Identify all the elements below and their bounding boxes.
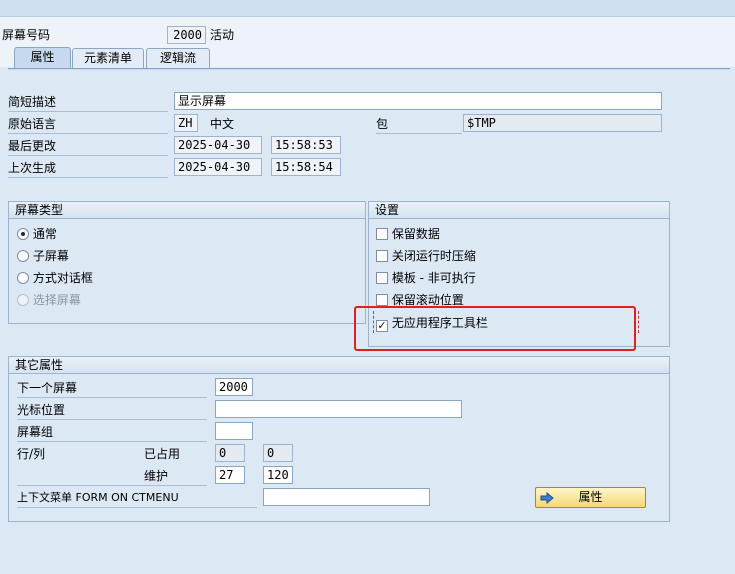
context-menu-label: 上下文菜单 FORM ON CTMENU <box>17 491 179 504</box>
screen-number-field[interactable]: 2000 <box>167 26 206 44</box>
divider <box>8 111 168 112</box>
highlight-box <box>354 306 636 351</box>
radio-modal-dialog[interactable]: 方式对话框 <box>17 270 93 286</box>
tab-underline <box>8 68 730 70</box>
radio-subscreen[interactable]: 子屏幕 <box>17 248 69 264</box>
top-toolbar <box>0 0 735 17</box>
divider <box>8 177 168 178</box>
checkbox-icon[interactable] <box>376 272 388 284</box>
divider <box>8 155 168 156</box>
radio-button-icon[interactable] <box>17 228 29 240</box>
cursor-position-label: 光标位置 <box>17 403 66 417</box>
radio-button-icon <box>17 294 29 306</box>
maintain-row-input[interactable]: 27 <box>215 466 245 484</box>
checkbox-hold-data[interactable]: 保留数据 <box>376 226 440 242</box>
package-label: 包 <box>376 117 389 131</box>
divider <box>17 419 207 420</box>
checkbox-template-non-executable[interactable]: 模板 - 非可执行 <box>376 270 476 286</box>
context-menu-input[interactable] <box>263 488 430 506</box>
screen-number-label: 屏幕号码 <box>2 28 51 42</box>
attributes-button[interactable]: 属性 <box>535 487 646 508</box>
divider <box>8 133 168 134</box>
last-changed-date[interactable]: 2025-04-30 <box>174 136 262 154</box>
checkbox-icon[interactable] <box>376 228 388 240</box>
radio-label: 通常 <box>32 227 57 241</box>
screen-group-label: 屏幕组 <box>17 425 54 439</box>
orig-lang-name: 中文 <box>210 117 235 131</box>
radio-button-icon[interactable] <box>17 250 29 262</box>
attributes-button-label: 属性 <box>578 490 603 504</box>
orig-lang-label: 原始语言 <box>8 117 57 131</box>
last-generated-label: 上次生成 <box>8 161 57 175</box>
occupied-col: 0 <box>263 444 293 462</box>
maintain-col-input[interactable]: 120 <box>263 466 293 484</box>
divider <box>376 133 462 134</box>
checkbox-icon[interactable] <box>376 294 388 306</box>
last-generated-time[interactable]: 15:58:54 <box>271 158 341 176</box>
checkbox-label: 保留滚动位置 <box>391 293 464 307</box>
package-field[interactable]: $TMP <box>463 114 662 132</box>
checkbox-label: 模板 - 非可执行 <box>391 271 476 285</box>
tab-attributes[interactable]: 属性 <box>14 47 71 69</box>
checkbox-switch-off-compression[interactable]: 关闭运行时压缩 <box>376 248 476 264</box>
tab-element-list[interactable]: 元素清单 <box>72 48 144 68</box>
settings-title: 设置 <box>369 202 669 219</box>
orig-lang-code[interactable]: ZH <box>174 114 198 132</box>
radio-label: 选择屏幕 <box>32 293 81 307</box>
checkbox-icon[interactable] <box>376 250 388 262</box>
radio-selection-screen: 选择屏幕 <box>17 292 81 308</box>
radio-label: 子屏幕 <box>32 249 69 263</box>
divider <box>17 441 207 442</box>
arrow-right-icon <box>540 491 554 505</box>
divider <box>17 485 207 486</box>
last-generated-date[interactable]: 2025-04-30 <box>174 158 262 176</box>
cursor-position-input[interactable] <box>215 400 462 418</box>
screen-type-title: 屏幕类型 <box>9 202 365 219</box>
radio-normal[interactable]: 通常 <box>17 226 57 242</box>
last-changed-time[interactable]: 15:58:53 <box>271 136 341 154</box>
occupied-row: 0 <box>215 444 245 462</box>
last-changed-label: 最后更改 <box>8 139 57 153</box>
screen-group-input[interactable] <box>215 422 253 440</box>
other-attributes-title: 其它属性 <box>9 357 669 374</box>
checkbox-label: 保留数据 <box>391 227 440 241</box>
screen-status: 活动 <box>210 28 235 42</box>
radio-label: 方式对话框 <box>32 271 93 285</box>
short-desc-label: 简短描述 <box>8 95 57 109</box>
radio-button-icon[interactable] <box>17 272 29 284</box>
short-desc-input[interactable]: 显示屏幕 <box>174 92 662 110</box>
divider <box>17 507 257 508</box>
checkbox-label: 关闭运行时压缩 <box>391 249 476 263</box>
divider <box>17 397 207 398</box>
row-col-label: 行/列 <box>17 447 46 461</box>
tab-flow-logic[interactable]: 逻辑流 <box>146 48 210 68</box>
next-screen-label: 下一个屏幕 <box>17 381 78 395</box>
occupied-label: 已占用 <box>144 447 181 461</box>
next-screen-input[interactable]: 2000 <box>215 378 253 396</box>
maintain-label: 维护 <box>144 469 169 483</box>
